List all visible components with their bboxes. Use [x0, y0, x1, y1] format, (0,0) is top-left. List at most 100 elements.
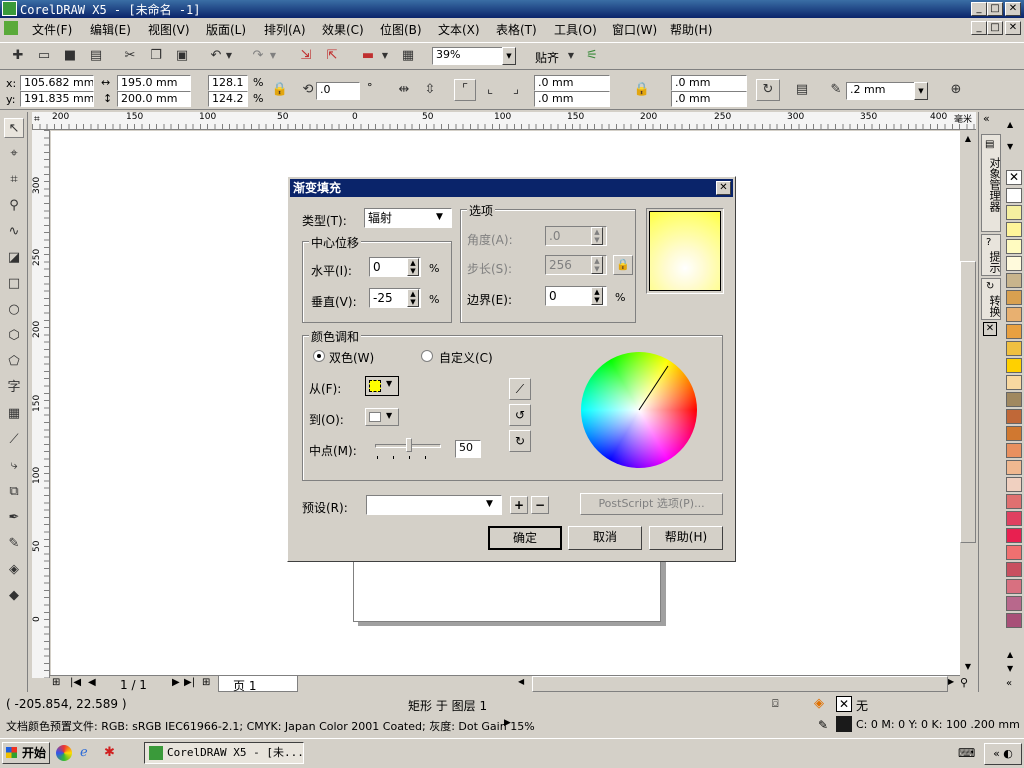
palette-more-down-icon[interactable]: ▼ [1007, 664, 1013, 673]
palette-swatch[interactable] [1006, 205, 1022, 220]
first-page-icon[interactable]: |◀ [70, 677, 81, 688]
snap-to-label[interactable]: 贴齐 [535, 49, 559, 66]
steps-lock-icon[interactable]: 🔒 [613, 255, 633, 275]
palette-swatch[interactable] [1006, 290, 1022, 305]
transform-tab[interactable]: ↻ 转换 [981, 278, 1001, 320]
zoom-corner-icon[interactable]: ⚲ [960, 676, 968, 689]
page-tab[interactable]: 页 1 [218, 676, 298, 693]
convert-to-curves-icon[interactable]: ⊕ [946, 80, 966, 100]
quicklaunch-app-icon[interactable]: ✱ [104, 745, 115, 760]
palette-swatch[interactable] [1006, 375, 1022, 390]
dimension-tool-icon[interactable]: ⟋ [4, 430, 24, 450]
palette-swatch[interactable] [1006, 273, 1022, 288]
blend-tool-icon[interactable]: ⧉ [4, 482, 24, 502]
tray-keyboard-icon[interactable]: ⌨ [958, 746, 975, 760]
palette-swatch[interactable] [1006, 341, 1022, 356]
minimize-button[interactable]: _ [971, 2, 987, 16]
custom-label[interactable]: 自定义(C) [439, 349, 493, 366]
corner-radius-2-field[interactable]: .0 mm [534, 91, 610, 107]
edge-pad-spinner[interactable]: ▲ ▼ [591, 287, 603, 305]
color-profile-info[interactable]: 文档颜色预置文件: RGB: sRGB IEC61966-2.1; CMYK: … [6, 718, 535, 734]
midpoint-input[interactable]: 50 [455, 440, 481, 458]
redo-dropdown-icon[interactable]: ▼ [268, 46, 278, 66]
palette-swatch[interactable] [1006, 426, 1022, 441]
quicklaunch-browser-icon[interactable] [56, 745, 72, 761]
outline-width-dropdown-icon[interactable]: ▼ [914, 82, 928, 100]
menu-bitmaps[interactable]: 位图(B) [380, 21, 422, 38]
menu-view[interactable]: 视图(V) [148, 21, 190, 38]
vertical-spinner[interactable]: ▲ ▼ [407, 289, 419, 307]
no-color-swatch[interactable]: ✕ [1006, 170, 1022, 185]
palette-swatch[interactable] [1006, 545, 1022, 560]
corner-lock-icon[interactable]: 🔒 [632, 80, 652, 100]
add-page-end-icon[interactable]: ⊞ [202, 677, 210, 688]
close-button[interactable]: ✕ [1005, 2, 1021, 16]
two-color-radio[interactable] [313, 350, 325, 362]
palette-swatch[interactable] [1006, 188, 1022, 203]
shape-tool-icon[interactable]: ⌖ [4, 144, 24, 164]
x-position-field[interactable]: 105.682 mm [20, 75, 94, 91]
clockwise-path-button[interactable]: ↻ [509, 430, 531, 452]
menu-layout[interactable]: 版面(L) [206, 21, 246, 38]
palette-scroll-down-icon[interactable]: ▼ [1007, 142, 1013, 151]
palette-swatch[interactable] [1006, 443, 1022, 458]
palette-swatch[interactable] [1006, 579, 1022, 594]
corner-radius-1-field[interactable]: .0 mm [534, 75, 610, 91]
relative-scaling-icon[interactable]: ↻ [756, 79, 780, 101]
chamfer-corner-icon[interactable]: ⌟ [506, 80, 526, 100]
menu-arrange[interactable]: 排列(A) [264, 21, 306, 38]
interactive-fill-tool-icon[interactable]: ◆ [4, 586, 24, 606]
prev-page-icon[interactable]: ◀ [88, 677, 96, 688]
import-icon[interactable]: ⇲ [296, 46, 316, 66]
fill-tool-icon[interactable]: ◈ [4, 560, 24, 580]
paste-icon[interactable]: ▣ [172, 46, 192, 66]
undo-dropdown-icon[interactable]: ▼ [224, 46, 234, 66]
basic-shapes-tool-icon[interactable]: ⬠ [4, 352, 24, 372]
round-corner-icon[interactable]: ⌜ [454, 79, 476, 101]
last-page-icon[interactable]: ▶| [184, 677, 195, 688]
add-preset-button[interactable]: + [510, 496, 528, 514]
h-scroll-thumb[interactable] [532, 676, 948, 692]
docker-collapse-icon[interactable]: « [983, 112, 990, 125]
color-wheel[interactable] [581, 352, 697, 468]
object-manager-tab[interactable]: ▤ 对象管理器 [981, 134, 1001, 232]
export-icon[interactable]: ⇱ [322, 46, 342, 66]
start-button[interactable]: 开始 [2, 742, 50, 764]
scallop-corner-icon[interactable]: ⌞ [480, 80, 500, 100]
scroll-down-icon[interactable]: ▼ [960, 659, 976, 675]
preset-select[interactable] [366, 495, 502, 515]
palette-more-up-icon[interactable]: ▲ [1007, 650, 1013, 659]
next-page-icon[interactable]: ▶ [172, 677, 180, 688]
redo-icon[interactable]: ↷ [248, 46, 268, 66]
scroll-thumb[interactable] [960, 261, 976, 543]
table-tool-icon[interactable]: ▦ [4, 404, 24, 424]
palette-swatch[interactable] [1006, 477, 1022, 492]
open-icon[interactable]: ▭ [34, 46, 54, 66]
menu-effects[interactable]: 效果(C) [322, 21, 364, 38]
crop-tool-icon[interactable]: ⌗ [4, 170, 24, 190]
scale-y-field[interactable]: 124.2 [208, 91, 248, 107]
horizontal-spinner[interactable]: ▲ ▼ [407, 258, 419, 276]
outline-tool-icon[interactable]: ✎ [4, 534, 24, 554]
menu-text[interactable]: 文本(X) [438, 21, 480, 38]
lock-ratio-icon[interactable]: 🔒 [270, 80, 290, 100]
connector-tool-icon[interactable]: ⤷ [4, 456, 24, 476]
h-scroll-right-icon[interactable]: ▶ [948, 677, 954, 686]
doc-close-button[interactable]: ✕ [1005, 21, 1021, 35]
zoom-field[interactable]: 39% [432, 47, 504, 65]
publish-dropdown-icon[interactable]: ▼ [380, 46, 390, 66]
polygon-tool-icon[interactable]: ⬡ [4, 326, 24, 346]
counterclockwise-path-button[interactable]: ↺ [509, 404, 531, 426]
no-fill-swatch[interactable]: ✕ [836, 696, 852, 712]
y-position-field[interactable]: 191.835 mm [20, 91, 94, 107]
palette-swatch[interactable] [1006, 494, 1022, 509]
palette-swatch[interactable] [1006, 324, 1022, 339]
custom-radio[interactable] [421, 350, 433, 362]
copy-icon[interactable]: ❐ [146, 46, 166, 66]
palette-swatch[interactable] [1006, 256, 1022, 271]
maximize-button[interactable]: □ [987, 2, 1003, 16]
to-color-picker[interactable]: ▼ [365, 408, 399, 426]
eyedropper-tool-icon[interactable]: ✒ [4, 508, 24, 528]
corner-radius-3-field[interactable]: .0 mm [671, 75, 747, 91]
vertical-scrollbar[interactable]: ▲ ▼ [959, 131, 976, 675]
